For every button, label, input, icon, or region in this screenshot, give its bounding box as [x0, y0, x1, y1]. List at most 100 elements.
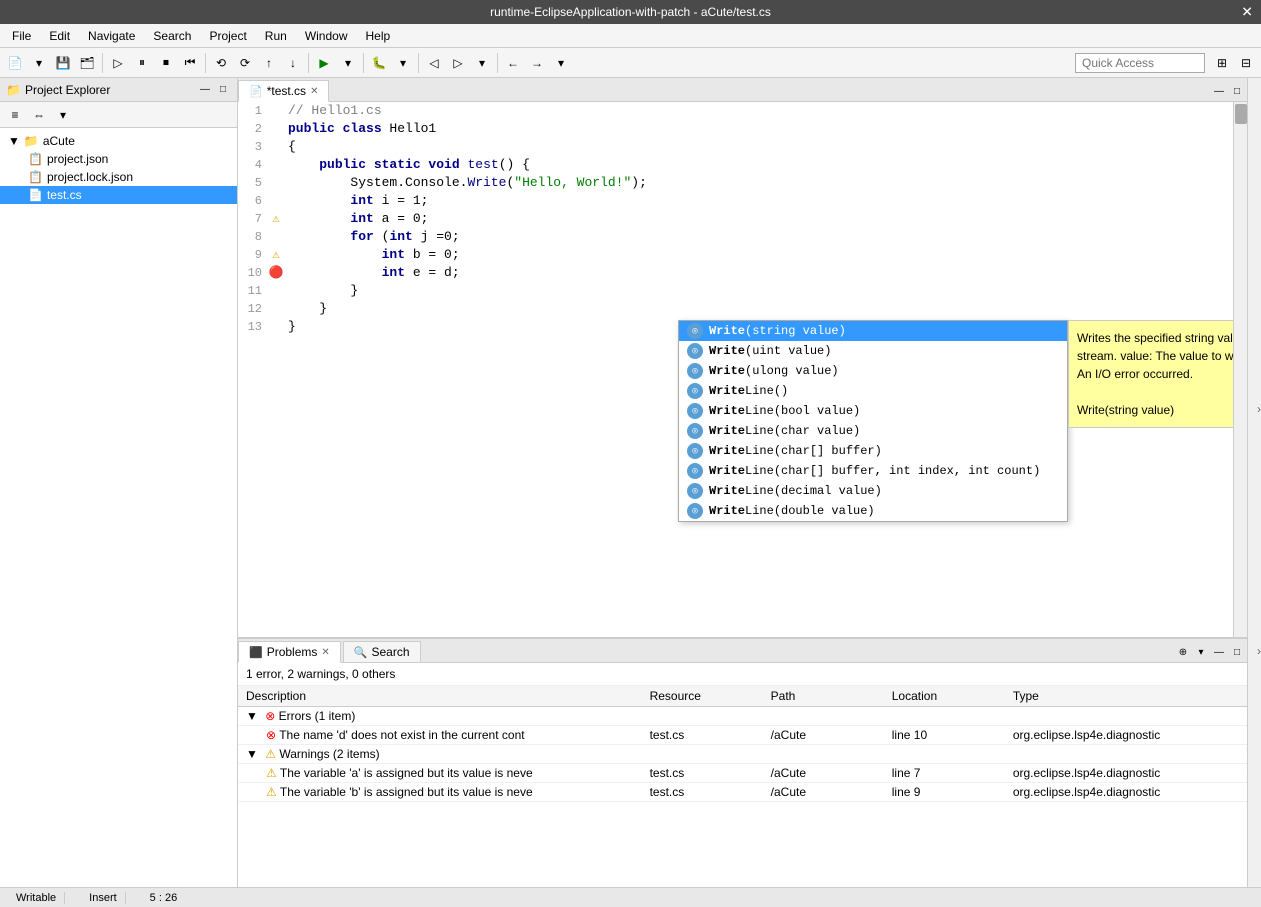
- run-last-button[interactable]: ▷: [107, 52, 129, 74]
- pe-maximize-button[interactable]: □: [215, 82, 231, 98]
- editor-tab-close-button[interactable]: ✕: [310, 86, 318, 97]
- new-button[interactable]: 📄: [4, 52, 26, 74]
- problems-panel: 1 error, 2 warnings, 0 others Descriptio…: [238, 663, 1247, 887]
- next-annotation-button[interactable]: ↓: [282, 52, 304, 74]
- ac-item-6[interactable]: ◎ WriteLine(char[] buffer): [679, 441, 1067, 461]
- tree-expand-icon: ▼: [8, 134, 20, 148]
- forward-dropdown-button[interactable]: ▾: [550, 52, 572, 74]
- window-close-button[interactable]: ✕: [1241, 4, 1253, 21]
- menu-search[interactable]: Search: [145, 27, 199, 45]
- col-type: Type: [1005, 686, 1247, 707]
- editor-minimize-button[interactable]: —: [1211, 83, 1227, 99]
- tree-item-project-json[interactable]: 📋 project.json: [0, 150, 237, 168]
- warning-path-1: /aCute: [763, 783, 884, 802]
- next-edit-button[interactable]: ⟳: [234, 52, 256, 74]
- menu-file[interactable]: File: [4, 27, 39, 45]
- run-dropdown-button[interactable]: ▾: [337, 52, 359, 74]
- ac-item-0[interactable]: ◎ Write(string value): [679, 321, 1067, 341]
- debug-dropdown-button[interactable]: ▾: [392, 52, 414, 74]
- ac-icon-5: ◎: [687, 423, 703, 439]
- scrollbar-thumb[interactable]: [1235, 104, 1247, 124]
- pe-link-editor-button[interactable]: ⇔: [28, 104, 50, 126]
- code-line-1: 1 // Hello1.cs: [238, 102, 1233, 120]
- right-panel-expand-button[interactable]: ›: [1257, 402, 1261, 416]
- tree-label-project-json: project.json: [47, 152, 108, 166]
- title-bar: runtime-EclipseApplication-with-patch - …: [0, 0, 1261, 24]
- tree-item-test-cs[interactable]: 📄 test.cs: [0, 186, 237, 204]
- code-line-9: 9 ⚠ int b = 0;: [238, 246, 1233, 264]
- pe-view-menu-button[interactable]: ▾: [52, 104, 74, 126]
- ac-text-1: Write(uint value): [709, 344, 831, 358]
- warnings-section-header[interactable]: ▼ ⚠ Warnings (2 items): [238, 745, 1247, 764]
- new-dropdown-button[interactable]: ▾: [28, 52, 50, 74]
- prev-edit-button[interactable]: ⟲: [210, 52, 232, 74]
- gutter-7: ⚠: [268, 210, 284, 228]
- back-button[interactable]: ←: [502, 52, 524, 74]
- toolbar-extra-buttons: ⊞ ⊟: [1211, 52, 1257, 74]
- bottom-maximize-button[interactable]: □: [1229, 644, 1245, 660]
- menu-help[interactable]: Help: [358, 27, 399, 45]
- ac-item-9[interactable]: ◎ WriteLine(double value): [679, 501, 1067, 521]
- gutter-10: 🔴: [268, 264, 284, 282]
- warning-icon-9: ⚠: [272, 246, 279, 264]
- disconnect-button[interactable]: ⏮: [179, 52, 201, 74]
- code-line-5: 5 System.Console.Write("Hello, World!");: [238, 174, 1233, 192]
- ac-icon-8: ◎: [687, 483, 703, 499]
- errors-section-header[interactable]: ▼ ⊗ Errors (1 item): [238, 707, 1247, 726]
- right-panel-expand-button-2[interactable]: ›: [1257, 644, 1261, 658]
- gutter-11: [268, 282, 284, 300]
- tree-item-project-lock-json[interactable]: 📋 project.lock.json: [0, 168, 237, 186]
- ac-item-3[interactable]: ◎ WriteLine(): [679, 381, 1067, 401]
- stop-button[interactable]: ⏹: [155, 52, 177, 74]
- tree-item-acute[interactable]: ▼ 📁 aCute: [0, 132, 237, 150]
- bottom-tab-search[interactable]: 🔍 Search: [343, 641, 421, 662]
- save-button[interactable]: 💾: [52, 52, 74, 74]
- run-button[interactable]: ▶: [313, 52, 335, 74]
- pause-button[interactable]: ⏸: [131, 52, 153, 74]
- prev-annotation-button[interactable]: ↑: [258, 52, 280, 74]
- ac-text-8: WriteLine(decimal value): [709, 484, 882, 498]
- ac-item-1[interactable]: ◎ Write(uint value): [679, 341, 1067, 361]
- forward-button[interactable]: →: [526, 52, 548, 74]
- editor-scrollbar[interactable]: [1233, 102, 1247, 637]
- ac-item-5[interactable]: ◎ WriteLine(char value): [679, 421, 1067, 441]
- menu-project[interactable]: Project: [201, 27, 254, 45]
- quick-access-input[interactable]: [1075, 53, 1205, 73]
- editor-maximize-button[interactable]: □: [1229, 83, 1245, 99]
- pe-minimize-button[interactable]: —: [197, 82, 213, 98]
- ac-item-7[interactable]: ◎ WriteLine(char[] buffer, int index, in…: [679, 461, 1067, 481]
- next-dropdown-button[interactable]: ▾: [471, 52, 493, 74]
- next-button[interactable]: ▷: [447, 52, 469, 74]
- cs-file-tab-icon: 📄: [249, 85, 263, 98]
- project-icon: 📁: [24, 134, 39, 148]
- ac-item-2[interactable]: ◎ Write(ulong value): [679, 361, 1067, 381]
- error-row-0: ⊗ The name 'd' does not exist in the cur…: [238, 726, 1247, 745]
- gutter-3: [268, 138, 284, 156]
- open-perspective-button[interactable]: ⊞: [1211, 52, 1233, 74]
- open-view-button[interactable]: ⊟: [1235, 52, 1257, 74]
- bottom-panel: ⬛ Problems ✕ 🔍 Search ⊕ ▾ — □ 1 error, 2…: [238, 637, 1247, 887]
- problems-viewmenu-button[interactable]: ▾: [1193, 644, 1209, 660]
- menu-run[interactable]: Run: [257, 27, 295, 45]
- bottom-tab-problems[interactable]: ⬛ Problems ✕: [238, 641, 341, 663]
- debug-button[interactable]: 🐛: [368, 52, 390, 74]
- editor-tab-label: *test.cs: [267, 84, 306, 98]
- save-all-button[interactable]: 🗂: [76, 52, 98, 74]
- problems-filter-button[interactable]: ⊕: [1175, 644, 1191, 660]
- menu-edit[interactable]: Edit: [41, 27, 78, 45]
- pe-collapse-all-button[interactable]: ≡: [4, 104, 26, 126]
- prev-button[interactable]: ◁: [423, 52, 445, 74]
- editor-tab-test-cs[interactable]: 📄 *test.cs ✕: [238, 80, 329, 102]
- tooltip-line3: An I/O error occurred.: [1077, 365, 1233, 383]
- ac-icon-6: ◎: [687, 443, 703, 459]
- code-editor[interactable]: 1 // Hello1.cs 2 public class Hello1: [238, 102, 1233, 637]
- menu-window[interactable]: Window: [297, 27, 356, 45]
- problems-tab-close[interactable]: ✕: [321, 647, 329, 658]
- error-path-0: /aCute: [763, 726, 884, 745]
- ac-item-8[interactable]: ◎ WriteLine(decimal value): [679, 481, 1067, 501]
- warnings-section-icon: ⚠: [265, 747, 276, 761]
- bottom-minimize-button[interactable]: —: [1211, 644, 1227, 660]
- warning-desc-1: The variable 'b' is assigned but its val…: [280, 785, 533, 799]
- menu-navigate[interactable]: Navigate: [80, 27, 143, 45]
- ac-item-4[interactable]: ◎ WriteLine(bool value): [679, 401, 1067, 421]
